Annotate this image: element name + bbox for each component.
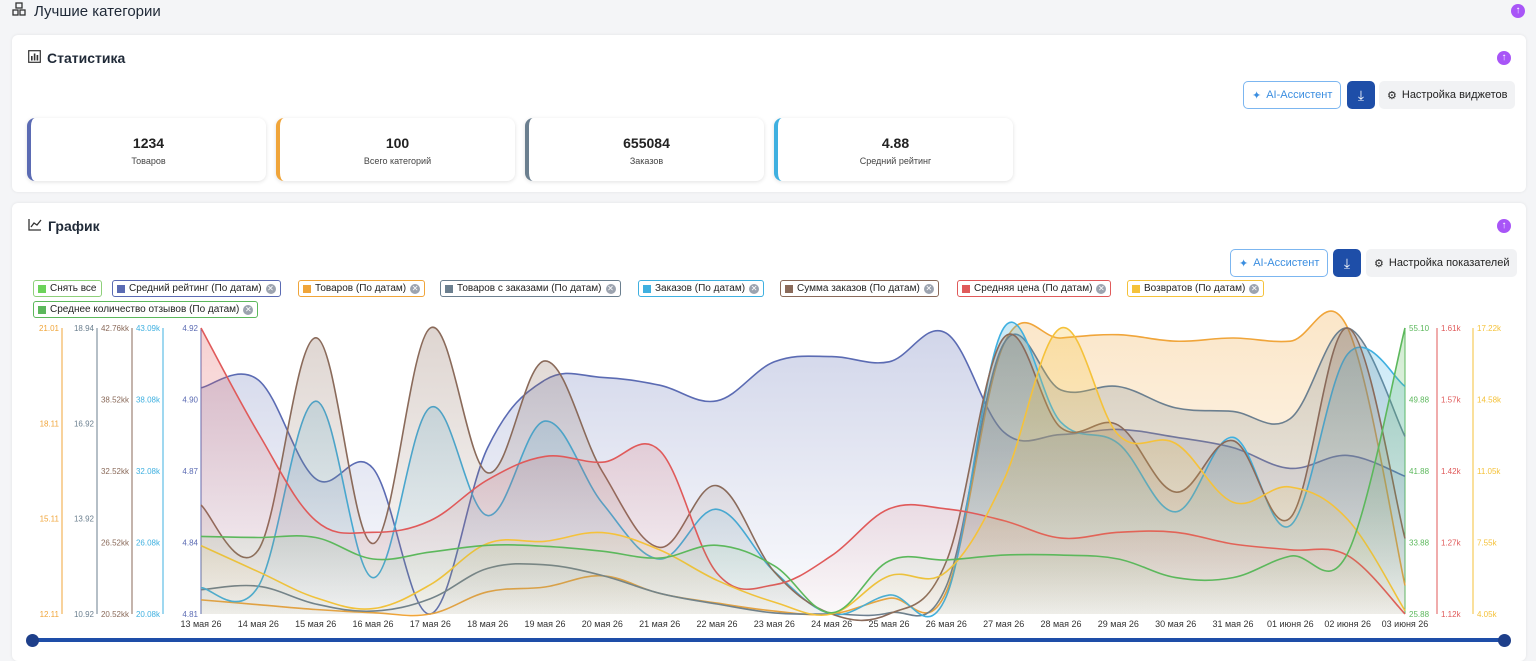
kpi-label: Средний рейтинг	[859, 156, 932, 166]
legend-label: Средний рейтинг (По датам)	[129, 283, 262, 294]
stats-title: Статистика	[28, 50, 125, 66]
legend-swatch	[303, 284, 311, 293]
remove-icon[interactable]: ✕	[1096, 283, 1107, 294]
stats-ai-assistant-button[interactable]: ✦ AI-Ассистент	[1243, 81, 1342, 109]
kpi-label: Товаров	[131, 156, 166, 166]
legend-label: Заказов (По датам)	[655, 283, 746, 294]
widget-settings-button[interactable]: ⚙ Настройка виджетов	[1379, 81, 1516, 109]
legend-swatch	[445, 284, 453, 293]
remove-icon[interactable]: ✕	[749, 283, 760, 294]
remove-icon[interactable]: ✕	[243, 304, 254, 315]
stats-ai-label: AI-Ассистент	[1266, 89, 1333, 101]
download-icon: ⤓	[1357, 87, 1365, 103]
remove-icon[interactable]: ✕	[410, 283, 421, 294]
stats-download-button[interactable]: ⤓	[1347, 81, 1375, 109]
legend-swatch	[785, 284, 793, 293]
section-title: Лучшие категории	[34, 2, 161, 20]
kpi-categories: 100 Всего категорий	[276, 118, 515, 181]
collapse-stats-icon[interactable]: ↑	[1497, 51, 1511, 65]
widget-settings-label: Настройка виджетов	[1401, 89, 1508, 101]
download-icon: ⤓	[1343, 255, 1351, 271]
graph-ai-label: AI-Ассистент	[1253, 257, 1320, 269]
legend-swatch	[643, 284, 651, 293]
remove-icon[interactable]: ✕	[265, 283, 276, 294]
legend-chip[interactable]: Сумма заказов (По датам) ✕	[780, 280, 939, 297]
graph-ai-assistant-button[interactable]: ✦ AI-Ассистент	[1230, 249, 1329, 277]
legend-label: Товаров с заказами (По датам)	[457, 283, 602, 294]
graph-title-text: График	[48, 218, 100, 234]
gear-icon: ⚙	[1374, 257, 1384, 270]
legend-swatch	[38, 305, 46, 314]
graph-download-button[interactable]: ⤓	[1333, 249, 1361, 277]
kpi-value: 1234	[132, 135, 165, 151]
kpi-orders: 655084 Заказов	[525, 118, 764, 181]
graph-title: График	[28, 218, 100, 234]
legend-chip[interactable]: Заказов (По датам) ✕	[638, 280, 765, 297]
indicator-settings-label: Настройка показателей	[1388, 257, 1510, 269]
kpi-value: 655084	[623, 135, 670, 151]
range-slider-start-handle[interactable]	[26, 634, 39, 647]
range-slider-track[interactable]	[32, 638, 1506, 642]
remove-icon[interactable]: ✕	[1249, 283, 1260, 294]
stats-title-text: Статистика	[47, 50, 126, 66]
legend-swatch	[117, 284, 125, 293]
line-chart-icon	[28, 218, 42, 234]
kpi-products: 1234 Товаров	[27, 118, 266, 181]
graph-card: График ↑ ✦ AI-Ассистент ⤓ ⚙ Настройка по…	[12, 203, 1526, 661]
sparkle-icon: ✦	[1252, 89, 1262, 102]
kpi-value: 100	[385, 135, 410, 151]
kpi-value: 4.88	[881, 135, 910, 151]
legend-chip[interactable]: Среднее количество отзывов (По датам) ✕	[33, 301, 259, 318]
legend-label: Товаров (По датам)	[315, 283, 407, 294]
legend-chip[interactable]: Товаров (По датам) ✕	[298, 280, 426, 297]
collapse-section-icon[interactable]: ↑	[1511, 4, 1525, 18]
gear-icon: ⚙	[1387, 89, 1397, 102]
legend-label: Сумма заказов (По датам)	[797, 283, 920, 294]
categories-icon	[12, 2, 26, 20]
legend-chip[interactable]: Возвратов (По датам) ✕	[1127, 280, 1265, 297]
kpi-label: Заказов	[629, 156, 664, 166]
section-header: Лучшие категории	[12, 2, 161, 20]
bar-chart-icon	[28, 50, 41, 66]
legend-label: Средняя цена (По датам)	[974, 283, 1093, 294]
legend-label: Среднее количество отзывов (По датам)	[50, 304, 240, 315]
range-slider-end-handle[interactable]	[1498, 634, 1511, 647]
sparkle-icon: ✦	[1239, 257, 1249, 270]
kpi-label: Всего категорий	[363, 156, 432, 166]
legend-chip[interactable]: Средняя цена (По датам) ✕	[957, 280, 1112, 297]
indicator-settings-button[interactable]: ⚙ Настройка показателей	[1366, 249, 1518, 277]
collapse-graph-icon[interactable]: ↑	[1497, 219, 1511, 233]
clear-all-swatch	[38, 284, 46, 293]
legend-swatch	[962, 284, 970, 293]
kpi-rating: 4.88 Средний рейтинг	[774, 118, 1013, 181]
clear-all-chip[interactable]: Снять все	[33, 280, 102, 297]
legend-chip[interactable]: Средний рейтинг (По датам) ✕	[112, 280, 281, 297]
remove-icon[interactable]: ✕	[923, 283, 934, 294]
legend-swatch	[1132, 284, 1140, 293]
remove-icon[interactable]: ✕	[605, 283, 616, 294]
legend-label: Возвратов (По датам)	[1144, 283, 1246, 294]
legend-chip[interactable]: Товаров с заказами (По датам) ✕	[440, 280, 621, 297]
clear-all-label: Снять все	[50, 283, 97, 294]
